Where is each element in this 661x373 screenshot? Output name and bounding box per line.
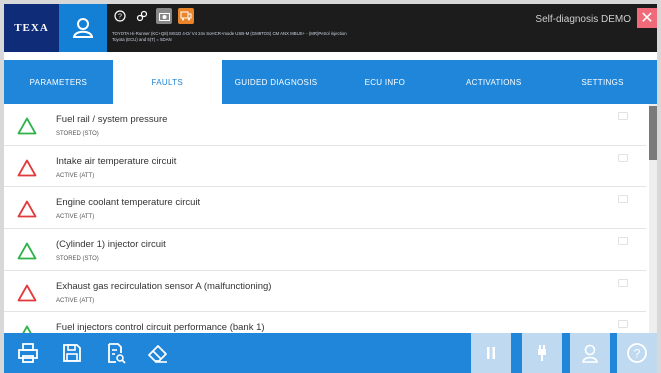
connector-button[interactable] xyxy=(522,333,562,373)
document-search-icon xyxy=(108,343,126,364)
fault-name: Intake air temperature circuit xyxy=(56,155,177,167)
report-button[interactable] xyxy=(102,339,130,367)
app-window: TEXA ? TOYOTA Hi-Runner (KC+Q8) MS1D 4-D… xyxy=(0,0,661,373)
texa-logo: TEXA xyxy=(4,4,59,52)
fault-name: Engine coolant temperature circuit xyxy=(56,197,201,209)
page-title: Self-diagnosis DEMO xyxy=(535,14,631,25)
user-icon xyxy=(72,18,94,38)
tab-ecu-info[interactable]: ECU INFO xyxy=(330,60,439,104)
print-button[interactable] xyxy=(14,339,42,367)
scrollbar[interactable] xyxy=(649,104,657,333)
fault-row[interactable]: Fuel injectors control circuit performan… xyxy=(4,312,646,333)
tab-guided-diagnosis[interactable]: GUIDED DIAGNOSIS xyxy=(222,60,331,104)
svg-text:?: ? xyxy=(118,14,122,21)
row-checkbox[interactable] xyxy=(618,153,628,162)
row-checkbox[interactable] xyxy=(618,112,628,120)
pause-button[interactable] xyxy=(471,333,511,373)
vehicle-info: TOYOTA Hi-Runner (KC+Q8) MS1D 4-D/ V4 24… xyxy=(112,31,472,43)
user-button[interactable] xyxy=(59,4,107,52)
vehicle-icon[interactable] xyxy=(178,8,194,24)
fault-name: Fuel rail / system pressure xyxy=(56,114,168,125)
plug-icon xyxy=(538,345,546,361)
row-checkbox[interactable] xyxy=(618,237,628,246)
tab-settings[interactable]: SETTINGS xyxy=(548,60,657,104)
warning-icon xyxy=(17,242,37,260)
clear-faults-button[interactable] xyxy=(144,339,172,367)
warning-icon xyxy=(17,200,37,218)
tab-faults[interactable]: FAULTS xyxy=(112,60,222,104)
camera-icon[interactable] xyxy=(156,8,172,24)
close-button[interactable]: ✕ xyxy=(637,8,657,28)
row-checkbox[interactable] xyxy=(618,278,628,287)
fault-status: ACTIVE (ATT) xyxy=(56,297,95,304)
technician-icon xyxy=(582,344,598,363)
fault-name: Exhaust gas recirculation sensor A (malf… xyxy=(56,280,272,292)
scrollbar-thumb[interactable] xyxy=(649,106,657,160)
row-checkbox[interactable] xyxy=(618,195,628,204)
close-icon: ✕ xyxy=(640,10,654,27)
eraser-icon xyxy=(148,345,167,363)
pause-icon xyxy=(487,347,495,359)
warning-icon xyxy=(17,117,37,135)
tab-bar: PARAMETERS FAULTS GUIDED DIAGNOSIS ECU I… xyxy=(4,60,657,104)
save-icon xyxy=(63,344,81,362)
top-bar: TEXA ? TOYOTA Hi-Runner (KC+Q8) MS1D 4-D… xyxy=(4,4,657,52)
bottom-toolbar: ? xyxy=(4,333,657,373)
tab-parameters[interactable]: PARAMETERS xyxy=(4,60,113,104)
toolbar-icons: ? xyxy=(112,8,194,24)
fault-row[interactable]: Engine coolant temperature circuit ACTIV… xyxy=(4,187,646,230)
fault-name: (Cylinder 1) injector circuit xyxy=(56,239,166,251)
vehicle-info-line2: Toyota (ECU) and 5(T) = 5DAN xyxy=(112,37,172,42)
help-button[interactable]: ? xyxy=(617,333,657,373)
save-button[interactable] xyxy=(58,339,86,367)
help-icon[interactable]: ? xyxy=(112,8,128,24)
fault-list[interactable]: Fuel rail / system pressure STORED (STO)… xyxy=(4,104,646,333)
fault-status: ACTIVE (ATT) xyxy=(56,214,95,221)
help-icon: ? xyxy=(627,343,647,363)
fault-name: Fuel injectors control circuit performan… xyxy=(56,322,265,333)
fault-row[interactable]: (Cylinder 1) injector circuit STORED (ST… xyxy=(4,229,646,271)
warning-icon xyxy=(17,284,37,302)
warning-icon xyxy=(17,159,37,177)
warning-icon xyxy=(22,326,32,333)
fault-row[interactable]: Intake air temperature circuit ACTIVE (A… xyxy=(4,146,646,188)
fault-status: STORED (STO) xyxy=(56,131,99,137)
fault-row[interactable]: Fuel rail / system pressure STORED (STO) xyxy=(4,104,646,146)
svg-text:?: ? xyxy=(634,347,641,361)
row-checkbox[interactable] xyxy=(618,320,628,329)
print-icon xyxy=(18,343,38,363)
fault-row[interactable]: Exhaust gas recirculation sensor A (malf… xyxy=(4,271,646,313)
connection-icon[interactable] xyxy=(134,8,150,24)
tab-activations[interactable]: ACTIVATIONS xyxy=(439,60,548,104)
fault-status: ACTIVE (ATT) xyxy=(56,172,95,179)
technician-button[interactable] xyxy=(570,333,610,373)
fault-status: STORED (STO) xyxy=(56,256,99,263)
